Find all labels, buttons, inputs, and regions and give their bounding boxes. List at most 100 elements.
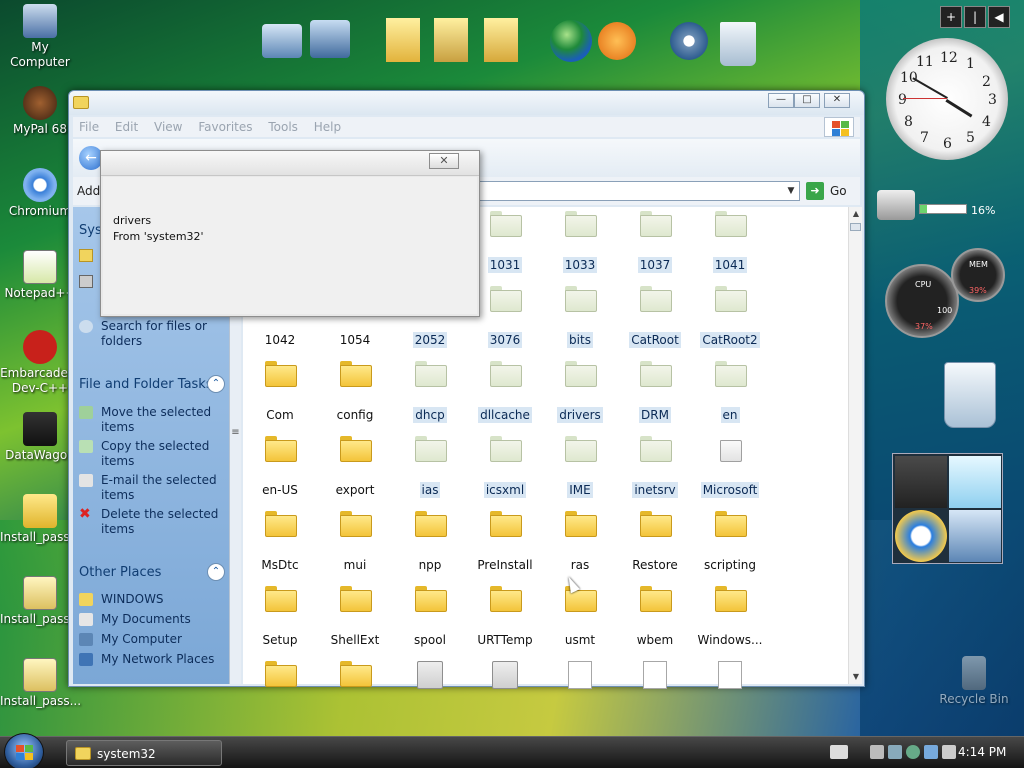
search-files-link[interactable]: Search for files or folders xyxy=(79,319,229,349)
file-item[interactable]: dhcp xyxy=(393,361,467,423)
file-item[interactable]: usmt xyxy=(543,586,617,648)
add-gadget-button[interactable]: + xyxy=(940,6,962,28)
file-item[interactable]: npp xyxy=(393,511,467,573)
paint-brushes-icon[interactable] xyxy=(895,456,947,508)
file-item[interactable]: icsxml xyxy=(468,436,542,498)
place-my-network-link[interactable]: My Network Places xyxy=(79,652,229,667)
file-item[interactable]: bits xyxy=(543,286,617,348)
file-item[interactable]: PreInstall xyxy=(468,511,542,573)
file-item[interactable]: Restore xyxy=(618,511,692,573)
volume-icon[interactable] xyxy=(942,745,956,759)
taskbar-button-system32[interactable]: system32 xyxy=(66,740,222,766)
maximize-button[interactable]: □ xyxy=(794,93,820,108)
file-item[interactable]: inetsrv xyxy=(618,436,692,498)
folder-icon[interactable] xyxy=(386,18,420,62)
file-item[interactable]: CatRoot2 xyxy=(693,286,767,348)
vertical-scrollbar[interactable]: ▲ ▼ xyxy=(848,207,862,684)
dialog-titlebar[interactable]: ✕ xyxy=(101,151,479,176)
file-item[interactable]: spool xyxy=(393,586,467,648)
settings-tray-icon[interactable] xyxy=(906,745,920,759)
media-player-icon[interactable] xyxy=(598,22,636,60)
file-item[interactable]: export xyxy=(318,436,392,498)
file-item[interactable]: Setup xyxy=(243,586,317,648)
file-item[interactable]: en-US xyxy=(243,436,317,498)
file-item[interactable]: CatRoot xyxy=(618,286,692,348)
start-button[interactable] xyxy=(4,733,44,768)
minimize-button[interactable]: — xyxy=(768,93,794,108)
taskbar-clock[interactable]: 4:14 PM xyxy=(958,745,1006,759)
file-item[interactable]: Microsoft xyxy=(693,436,767,498)
file-item[interactable]: ras xyxy=(543,511,617,573)
settings-gear-icon[interactable] xyxy=(670,22,708,60)
file-item[interactable]: URTTemp xyxy=(468,586,542,648)
pictures-folder-icon[interactable] xyxy=(434,18,468,62)
file-item[interactable] xyxy=(618,661,692,717)
menu-help[interactable]: Help xyxy=(308,117,347,134)
file-item[interactable]: 1033 xyxy=(543,211,617,273)
file-item[interactable]: wbem xyxy=(618,586,692,648)
file-item[interactable]: dllcache xyxy=(468,361,542,423)
cpu-meter-gadget[interactable]: CPU 100 37% MEM 39% xyxy=(885,248,1007,340)
gadget-nav-back-button[interactable]: | xyxy=(964,6,986,28)
file-item[interactable]: 1037 xyxy=(618,211,692,273)
go-button[interactable]: ➜ Go xyxy=(806,182,854,200)
file-item[interactable] xyxy=(693,661,767,717)
copy-items-link[interactable]: Copy the selected items xyxy=(79,439,229,469)
menu-view[interactable]: View xyxy=(148,117,188,134)
gadget-nav-prev-icon[interactable]: ◀ xyxy=(988,6,1010,28)
file-item[interactable] xyxy=(468,661,542,717)
scroll-up-icon[interactable]: ▲ xyxy=(849,207,863,221)
menu-tools[interactable]: Tools xyxy=(262,117,304,134)
menu-edit[interactable]: Edit xyxy=(109,117,144,134)
remote-desktop-icon[interactable] xyxy=(949,510,1001,562)
file-item[interactable]: Com xyxy=(243,361,317,423)
file-item[interactable]: MsDtc xyxy=(243,511,317,573)
recycle-bin-icon[interactable] xyxy=(720,22,756,66)
email-items-link[interactable]: E-mail the selected items xyxy=(79,473,229,503)
file-item[interactable]: DRM xyxy=(618,361,692,423)
close-button[interactable]: ✕ xyxy=(824,93,850,108)
notepad-icon[interactable] xyxy=(949,456,1001,508)
file-item[interactable]: ias xyxy=(393,436,467,498)
scroll-down-icon[interactable]: ▼ xyxy=(849,670,863,684)
menu-favorites[interactable]: Favorites xyxy=(192,117,258,134)
place-my-documents-link[interactable]: My Documents xyxy=(79,612,229,627)
disk-meter-gadget[interactable]: 16% xyxy=(877,184,1007,224)
file-item[interactable]: drivers xyxy=(543,361,617,423)
scroll-thumb[interactable] xyxy=(850,223,861,231)
chevron-down-icon[interactable]: ▼ xyxy=(783,182,799,200)
place-my-computer-link[interactable]: My Computer xyxy=(79,632,229,647)
file-item[interactable]: mui xyxy=(318,511,392,573)
file-item[interactable]: config xyxy=(318,361,392,423)
computer-icon[interactable] xyxy=(262,24,302,58)
place-windows-link[interactable]: WINDOWS xyxy=(79,592,229,607)
keyboard-icon[interactable] xyxy=(830,745,848,759)
camera-tray-icon[interactable] xyxy=(870,745,884,759)
network-tray-icon[interactable] xyxy=(888,745,902,759)
desktop-icon-my-computer[interactable]: My Computer xyxy=(0,4,80,70)
file-item[interactable]: Windows... xyxy=(693,586,767,648)
network-computer-icon[interactable] xyxy=(310,20,350,58)
globe-icon[interactable] xyxy=(550,20,592,62)
file-item[interactable] xyxy=(393,661,467,717)
file-item[interactable] xyxy=(318,661,392,713)
recycle-bin-gadget[interactable] xyxy=(938,358,1002,432)
file-item[interactable]: scripting xyxy=(693,511,767,573)
close-button[interactable]: ✕ xyxy=(429,153,459,169)
file-item[interactable] xyxy=(243,661,317,713)
file-item[interactable]: 1041 xyxy=(693,211,767,273)
desktop-icon-recycle-bin[interactable]: Recycle Bin xyxy=(934,656,1014,707)
music-folder-icon[interactable] xyxy=(484,18,518,62)
window-titlebar[interactable]: — □ ✕ xyxy=(69,91,864,115)
file-item[interactable]: ShellExt xyxy=(318,586,392,648)
menu-file[interactable]: File xyxy=(73,117,105,134)
delete-items-link[interactable]: ✖ Delete the selected items xyxy=(79,507,229,537)
file-item[interactable]: IME xyxy=(543,436,617,498)
internet-explorer-icon[interactable] xyxy=(895,510,947,562)
file-item[interactable] xyxy=(543,661,617,717)
file-item[interactable]: en xyxy=(693,361,767,423)
address-input[interactable]: ▼ xyxy=(477,181,800,201)
display-tray-icon[interactable] xyxy=(924,745,938,759)
clock-gadget[interactable]: 12 1 2 3 4 5 6 7 8 9 10 11 xyxy=(886,38,1008,160)
collapse-other-places-button[interactable]: ⌃ xyxy=(207,563,225,581)
